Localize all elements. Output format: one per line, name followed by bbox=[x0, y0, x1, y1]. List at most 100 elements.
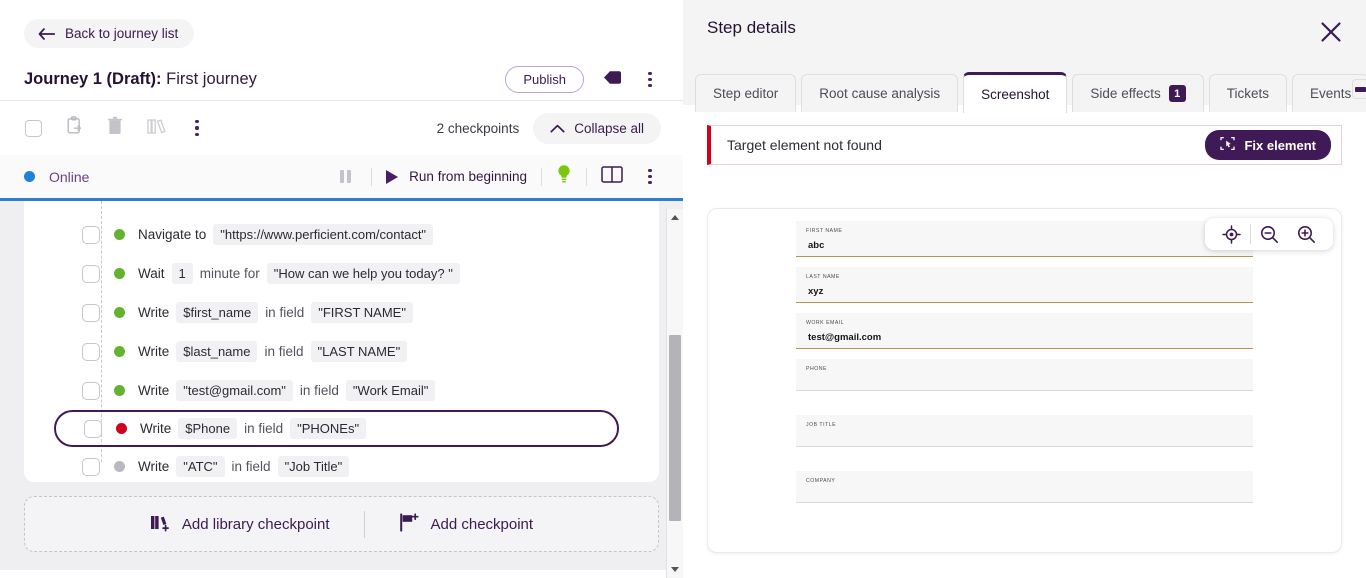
step-status-dot bbox=[114, 461, 125, 472]
captured-field: WORK EMAIL test@gmail.com bbox=[796, 313, 1253, 349]
step-status-dot bbox=[114, 346, 125, 357]
tab-step-editor[interactable]: Step editor bbox=[695, 74, 797, 112]
close-icon[interactable] bbox=[1320, 21, 1342, 48]
journey-more-options-button[interactable] bbox=[639, 69, 661, 91]
step-description: Write "test@gmail.com" in field "Work Email… bbox=[138, 380, 436, 401]
list-more-options-button[interactable] bbox=[186, 117, 208, 139]
step-checkbox[interactable] bbox=[84, 419, 102, 438]
divider bbox=[371, 167, 373, 186]
step-row[interactable]: Wait 1 minute for "How can we help you toda… bbox=[24, 254, 659, 293]
tab-label: Step editor bbox=[713, 86, 779, 101]
step-checkbox[interactable] bbox=[82, 225, 100, 244]
step-details-header: Step details bbox=[683, 0, 1366, 48]
checkpoint-count: 2 checkpoints bbox=[436, 120, 520, 136]
step-value-chip: "Job Title" bbox=[277, 456, 350, 477]
add-checkpoint-label: Add checkpoint bbox=[430, 515, 534, 533]
library-add-icon bbox=[150, 513, 170, 536]
step-action-label: Write bbox=[138, 344, 170, 359]
back-button-label: Back to journey list bbox=[65, 26, 179, 41]
add-checkpoint-button[interactable]: Add checkpoint bbox=[365, 512, 568, 536]
fix-element-button[interactable]: Fix element bbox=[1205, 130, 1331, 160]
step-row[interactable]: Write $first_name in field "FIRST NAME" bbox=[24, 293, 659, 332]
step-checkbox[interactable] bbox=[82, 457, 100, 476]
scroll-up-button[interactable] bbox=[667, 209, 683, 226]
tab-root-cause-analysis[interactable]: Root cause analysis bbox=[801, 74, 959, 112]
step-description: Write $first_name in field "FIRST NAME" bbox=[138, 302, 413, 323]
step-value-chip: "How can we help you today? " bbox=[266, 263, 460, 284]
step-checkbox[interactable] bbox=[82, 264, 100, 283]
run-from-beginning-label[interactable]: Run from beginning bbox=[409, 169, 527, 184]
step-status-dot bbox=[114, 385, 125, 396]
status-label: Online bbox=[49, 168, 90, 185]
captured-field-label: PHONE bbox=[806, 366, 827, 372]
target-icon[interactable] bbox=[1213, 224, 1250, 244]
step-description: Wait 1 minute for "How can we help you toda… bbox=[138, 263, 460, 284]
step-action-label: Write bbox=[138, 305, 170, 320]
step-description: Write $Phone in field "PHONEs" bbox=[140, 418, 367, 439]
zoom-in-icon[interactable] bbox=[1288, 225, 1325, 244]
tab-screenshot[interactable]: Screenshot bbox=[963, 72, 1068, 113]
step-row[interactable]: Write "test@gmail.com" in field "Work Email… bbox=[24, 371, 659, 410]
trash-icon[interactable] bbox=[107, 116, 123, 140]
captured-field-label: LAST NAME bbox=[806, 274, 840, 280]
captured-field: JOB TITLE bbox=[796, 415, 1253, 447]
select-all-checkbox[interactable] bbox=[25, 119, 42, 137]
step-checkbox[interactable] bbox=[82, 381, 100, 400]
step-action-label: Write bbox=[138, 383, 170, 398]
library-icon[interactable] bbox=[147, 117, 166, 140]
screenshot-preview[interactable]: FIRST NAME abc LAST NAME xyz WORK EMAIL test@… bbox=[707, 208, 1342, 553]
step-row[interactable]: Write "ATC" in field "Job Title" bbox=[24, 447, 659, 482]
step-status-dot bbox=[116, 423, 127, 434]
back-to-journey-list-button[interactable]: Back to journey list bbox=[24, 19, 195, 48]
pause-icon[interactable] bbox=[340, 170, 352, 183]
journey-editor-panel: Back to journey list Journey 1 (Draft): … bbox=[0, 0, 683, 578]
paste-icon[interactable] bbox=[66, 116, 83, 140]
lightbulb-icon[interactable] bbox=[556, 164, 572, 189]
tab-side-effects[interactable]: Side effects 1 bbox=[1072, 74, 1204, 112]
collapse-all-button[interactable]: Collapse all bbox=[533, 112, 661, 144]
tag-icon[interactable] bbox=[603, 69, 623, 91]
tab-tickets[interactable]: Tickets bbox=[1208, 74, 1287, 112]
collapse-all-label: Collapse all bbox=[574, 120, 644, 136]
run-more-options-button[interactable] bbox=[639, 166, 661, 188]
step-checkbox[interactable] bbox=[82, 342, 100, 361]
step-value-chip: "https://www.perficient.com/contact" bbox=[213, 224, 434, 245]
add-library-checkpoint-button[interactable]: Add library checkpoint bbox=[116, 513, 364, 536]
step-details-title: Step details bbox=[707, 18, 796, 37]
captured-field-label: WORK EMAIL bbox=[806, 320, 845, 326]
zoom-out-icon[interactable] bbox=[1251, 225, 1288, 244]
step-status-dot bbox=[114, 307, 125, 318]
step-action-label: Navigate to bbox=[138, 227, 207, 242]
error-banner: Target element not found Fix element bbox=[707, 125, 1342, 165]
scrollbar-thumb[interactable] bbox=[669, 335, 681, 521]
step-connector-text: minute for bbox=[199, 266, 260, 281]
step-connector-text: in field bbox=[265, 305, 305, 320]
captured-field-label: JOB TITLE bbox=[806, 422, 837, 428]
step-value-chip: $last_name bbox=[176, 341, 258, 362]
publish-button[interactable]: Publish bbox=[505, 66, 584, 93]
captured-field: PHONE bbox=[796, 359, 1253, 391]
step-connector-text: in field bbox=[244, 421, 284, 436]
overflow-tab-indicator[interactable] bbox=[1352, 79, 1366, 99]
step-checkbox[interactable] bbox=[82, 303, 100, 322]
step-list-scrollbar[interactable] bbox=[666, 209, 683, 578]
captured-field: FIRST NAME abc bbox=[796, 221, 1253, 257]
list-toolbar: 2 checkpoints Collapse all bbox=[0, 101, 683, 155]
tab-label: Screenshot bbox=[981, 86, 1050, 102]
step-row[interactable]: Write $last_name in field "LAST NAME" bbox=[24, 332, 659, 371]
captured-field-value: abc bbox=[808, 240, 825, 251]
step-action-label: Write bbox=[140, 421, 172, 436]
play-icon[interactable] bbox=[386, 169, 399, 184]
scroll-down-button[interactable] bbox=[667, 561, 683, 578]
journey-title-name: First journey bbox=[166, 70, 257, 88]
step-row[interactable]: Navigate to "https://www.perficient.com/c… bbox=[24, 215, 659, 254]
step-connector-text: in field bbox=[231, 459, 271, 474]
arrow-left-icon bbox=[38, 27, 55, 40]
step-value-chip: "ATC" bbox=[176, 456, 225, 477]
tab-label: Root cause analysis bbox=[819, 86, 941, 101]
step-row[interactable]: Write $Phone in field "PHONEs" bbox=[54, 410, 619, 447]
step-value-chip: $first_name bbox=[176, 302, 259, 323]
step-value-chip: 1 bbox=[171, 263, 193, 284]
step-description: Write "ATC" in field "Job Title" bbox=[138, 456, 350, 477]
split-view-icon[interactable] bbox=[601, 165, 623, 188]
